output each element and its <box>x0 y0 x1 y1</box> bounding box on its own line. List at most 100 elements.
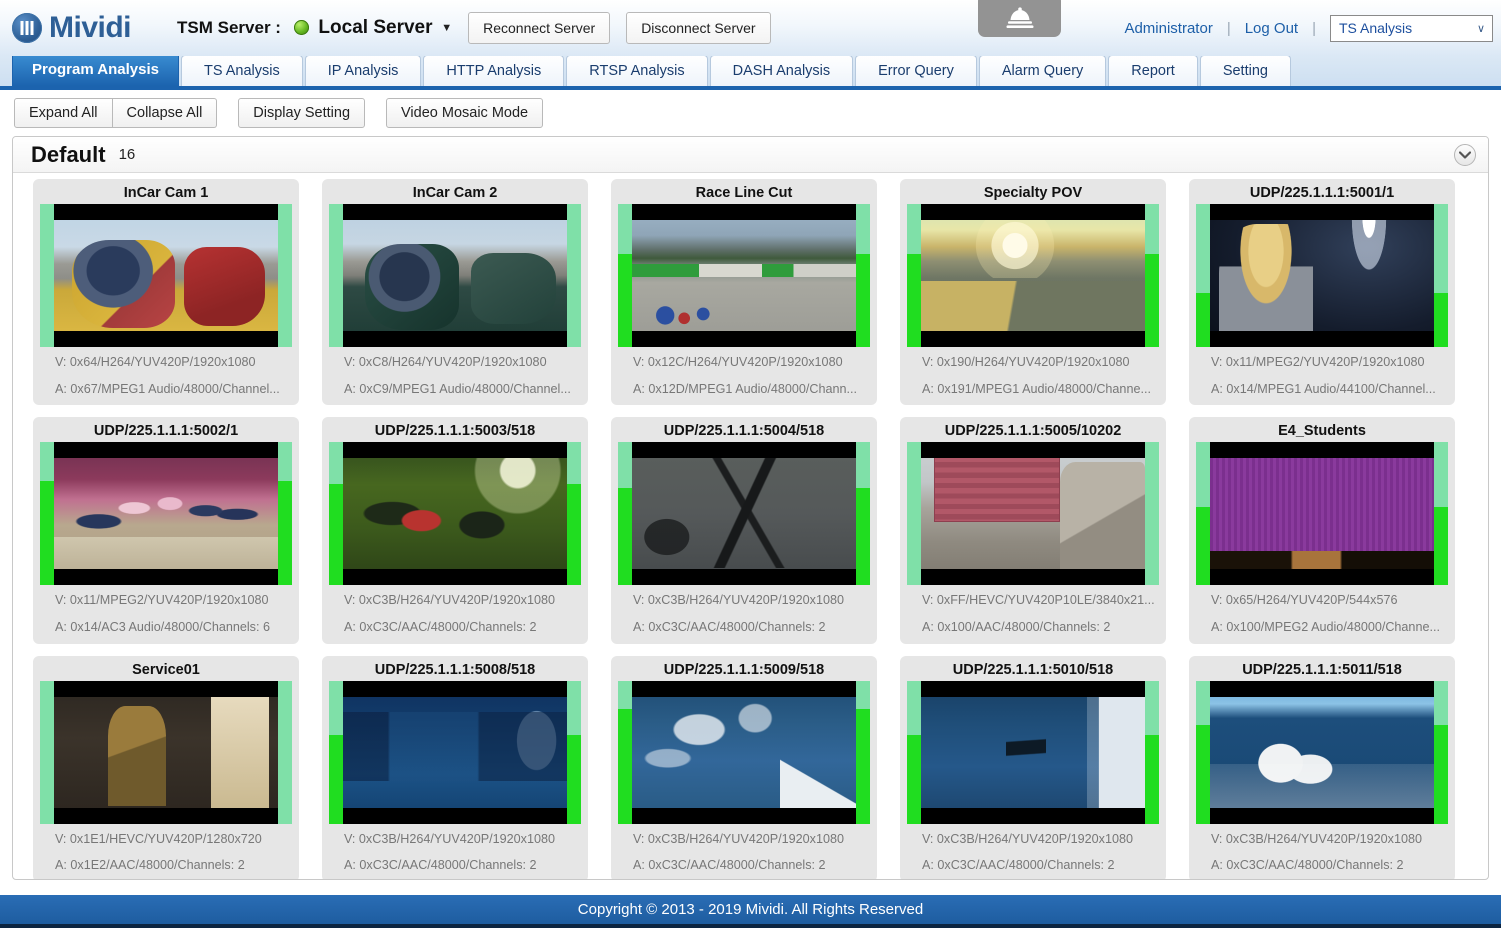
program-title: InCar Cam 1 <box>123 185 209 201</box>
program-card[interactable]: UDP/225.1.1.1:5009/518 V: 0xC3B/H264/YUV4… <box>611 655 877 879</box>
program-thumbnail[interactable] <box>1196 680 1448 824</box>
tab-http-analysis[interactable]: HTTP Analysis <box>423 55 565 86</box>
program-thumbnail[interactable] <box>907 442 1159 586</box>
program-title: UDP/225.1.1.1:5009/518 <box>663 661 825 678</box>
video-stream-info: V: 0x11/MPEG2/YUV420P/1920x1080 <box>1211 355 1425 369</box>
status-bar-left <box>907 204 921 347</box>
administrator-link[interactable]: Administrator <box>1110 20 1226 37</box>
status-bar-left <box>329 204 343 347</box>
tab-report[interactable]: Report <box>1108 55 1198 86</box>
program-card-grid: InCar Cam 1 V: 0x64/H264/YUV420P/1920x108… <box>13 173 1488 879</box>
letterbox-top <box>54 680 278 697</box>
status-bar-right <box>1434 442 1448 586</box>
video-stream-info: V: 0x190/H264/YUV420P/1920x1080 <box>922 355 1130 369</box>
tab-ip-analysis[interactable]: IP Analysis <box>304 55 422 86</box>
video-mosaic-mode-button[interactable]: Video Mosaic Mode <box>386 98 544 128</box>
program-thumbnail[interactable] <box>907 680 1159 824</box>
reconnect-server-button[interactable]: Reconnect Server <box>468 12 611 44</box>
expand-all-button[interactable]: Expand All <box>14 98 113 128</box>
tab-error-query[interactable]: Error Query <box>855 55 977 86</box>
program-card[interactable]: UDP/225.1.1.1:5011/518 V: 0xC3B/H264/YUV4… <box>1189 655 1455 879</box>
disconnect-server-button[interactable]: Disconnect Server <box>626 12 771 44</box>
brand-logo[interactable]: Mividi <box>12 13 132 43</box>
program-thumbnail[interactable] <box>1196 442 1448 586</box>
letterbox-top <box>54 442 278 459</box>
status-bar-right <box>278 442 292 586</box>
status-bar-left <box>1196 442 1210 586</box>
letterbox-top <box>54 204 278 220</box>
program-card[interactable]: Service01 V: 0x1E1/HEVC/YUV420P/1280x720 A… <box>33 655 299 879</box>
program-thumbnail[interactable] <box>907 204 1159 347</box>
program-thumbnail[interactable] <box>40 204 292 347</box>
program-title: UDP/225.1.1.1:5010/518 <box>952 661 1114 678</box>
logout-link[interactable]: Log Out <box>1231 20 1312 37</box>
status-bar-left <box>618 204 632 347</box>
program-thumbnail[interactable] <box>618 680 870 824</box>
letterbox-bottom <box>921 569 1145 586</box>
letterbox-bottom <box>343 569 567 586</box>
service-bell-icon[interactable] <box>978 0 1061 37</box>
status-bar-left <box>1196 680 1210 824</box>
letterbox-top <box>1210 204 1434 220</box>
program-thumbnail[interactable] <box>618 204 870 347</box>
letterbox-bottom <box>343 807 567 824</box>
status-bar-right <box>1145 680 1159 824</box>
chevron-down-circle-icon[interactable] <box>1454 144 1476 166</box>
status-bar-right <box>567 442 581 586</box>
header-separator-2: | <box>1312 19 1316 37</box>
letterbox-bottom <box>921 807 1145 824</box>
tab-ts-analysis[interactable]: TS Analysis <box>181 55 303 86</box>
video-preview <box>632 442 856 586</box>
program-thumbnail[interactable] <box>618 442 870 586</box>
video-frame-image <box>921 204 1145 347</box>
program-thumbnail[interactable] <box>40 442 292 586</box>
program-card[interactable]: UDP/225.1.1.1:5003/518 V: 0xC3B/H264/YUV4… <box>322 417 588 644</box>
program-card[interactable]: UDP/225.1.1.1:5004/518 V: 0xC3B/H264/YUV4… <box>611 417 877 644</box>
video-stream-info: V: 0xC3B/H264/YUV420P/1920x1080 <box>633 831 844 846</box>
program-card[interactable]: InCar Cam 1 V: 0x64/H264/YUV420P/1920x108… <box>33 179 299 406</box>
program-card[interactable]: UDP/225.1.1.1:5001/1 V: 0x11/MPEG2/YUV420… <box>1189 179 1455 406</box>
program-thumbnail[interactable] <box>329 680 581 824</box>
program-card[interactable]: UDP/225.1.1.1:5008/518 V: 0xC3B/H264/YUV4… <box>322 655 588 879</box>
video-frame-image <box>632 680 856 824</box>
program-card[interactable]: InCar Cam 2 V: 0xC8/H264/YUV420P/1920x108… <box>322 179 588 406</box>
tab-rtsp-analysis[interactable]: RTSP Analysis <box>566 55 708 86</box>
program-card[interactable]: UDP/225.1.1.1:5002/1 V: 0x11/MPEG2/YUV420… <box>33 417 299 644</box>
program-thumbnail[interactable] <box>40 680 292 824</box>
video-frame-image <box>921 680 1145 824</box>
display-setting-button[interactable]: Display Setting <box>238 98 366 128</box>
program-card[interactable]: E4_Students V: 0x65/H264/YUV420P/544x576 A… <box>1189 417 1455 644</box>
program-title: InCar Cam 2 <box>412 185 498 201</box>
audio-stream-info: A: 0x1E2/AAC/48000/Channels: 2 <box>55 858 245 873</box>
server-dropdown-caret-icon[interactable]: ▼ <box>441 22 452 34</box>
tab-program-analysis[interactable]: Program Analysis <box>12 52 179 86</box>
video-preview <box>632 204 856 347</box>
program-card[interactable]: UDP/225.1.1.1:5010/518 V: 0xC3B/H264/YUV4… <box>900 655 1166 879</box>
video-preview <box>921 204 1145 347</box>
video-preview <box>1210 680 1434 824</box>
status-bar-left <box>40 442 54 586</box>
tab-setting[interactable]: Setting <box>1199 55 1291 86</box>
status-bar-right <box>567 680 581 824</box>
analysis-mode-select[interactable]: TS Analysis ∨ <box>1330 14 1493 42</box>
program-card[interactable]: Specialty POV V: 0x190/H264/YUV420P/1920x… <box>900 179 1166 406</box>
status-bar-right <box>856 442 870 586</box>
letterbox-top <box>632 680 856 697</box>
program-thumbnail[interactable] <box>329 442 581 586</box>
video-preview <box>632 680 856 824</box>
status-bar-right <box>856 680 870 824</box>
audio-stream-info: A: 0xC3C/AAC/48000/Channels: 2 <box>633 858 826 873</box>
program-thumbnail[interactable] <box>329 204 581 347</box>
tab-dash-analysis[interactable]: DASH Analysis <box>709 55 854 86</box>
video-stream-info: V: 0xC3B/H264/YUV420P/1920x1080 <box>344 831 555 846</box>
collapse-all-button[interactable]: Collapse All <box>112 98 218 128</box>
audio-stream-info: A: 0xC9/MPEG1 Audio/48000/Channel... <box>344 381 571 396</box>
audio-stream-info: A: 0x191/MPEG1 Audio/48000/Channe... <box>922 381 1151 396</box>
program-card[interactable]: Race Line Cut V: 0x12C/H264/YUV420P/1920x… <box>611 179 877 406</box>
tab-alarm-query[interactable]: Alarm Query <box>978 55 1107 86</box>
status-bar-left <box>618 442 632 586</box>
program-card[interactable]: UDP/225.1.1.1:5005/10202 V: 0xFF/HEVC/YUV… <box>900 417 1166 644</box>
program-thumbnail[interactable] <box>1196 204 1448 347</box>
page-toolbar: Expand All Collapse All Display Setting … <box>0 90 1501 136</box>
page-footer: Copyright © 2013 - 2019 Mividi. All Righ… <box>0 895 1501 928</box>
